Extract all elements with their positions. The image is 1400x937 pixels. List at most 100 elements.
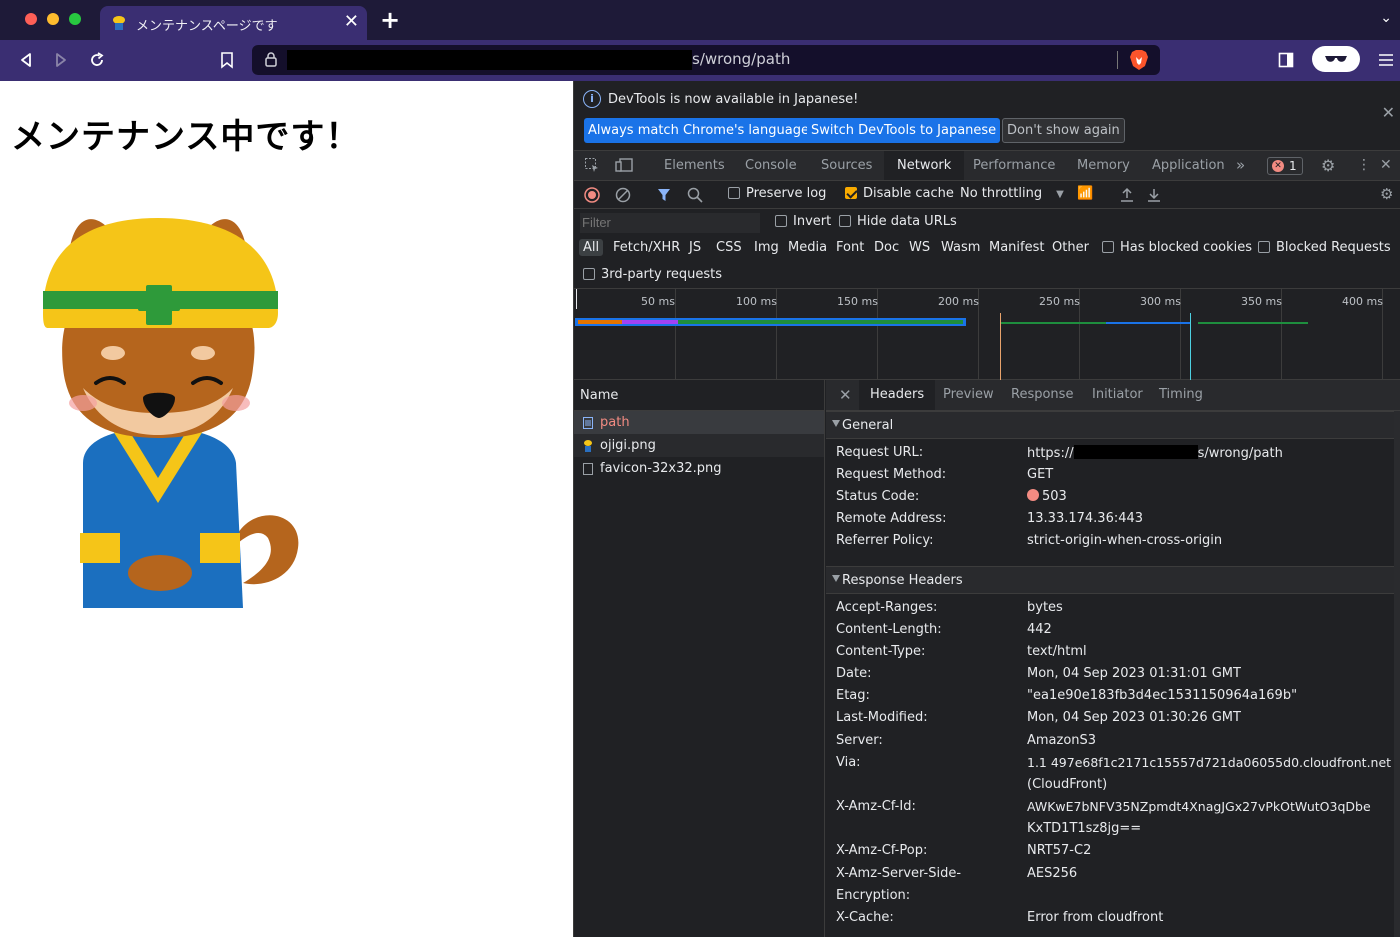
clear-log-icon[interactable] — [615, 187, 631, 203]
lock-icon[interactable] — [264, 51, 278, 67]
checkbox[interactable] — [839, 215, 851, 227]
type-filter-css[interactable]: CSS — [716, 240, 742, 255]
search-icon[interactable] — [687, 187, 703, 203]
close-infobar-icon[interactable]: ✕ — [1382, 103, 1395, 122]
settings-gear-icon[interactable]: ⚙ — [1321, 156, 1335, 175]
new-tab-button[interactable]: + — [380, 6, 400, 34]
tab-timing[interactable]: Timing — [1159, 380, 1203, 410]
maximize-window-button[interactable] — [69, 13, 81, 25]
back-button[interactable] — [14, 48, 38, 72]
import-har-icon[interactable] — [1120, 187, 1134, 203]
checkbox[interactable] — [728, 187, 740, 199]
tab-response[interactable]: Response — [1011, 380, 1073, 410]
tab-console[interactable]: Console — [745, 151, 797, 180]
reload-button[interactable] — [85, 48, 109, 72]
request-details-panel: ✕ Headers Preview Response Initiator Tim… — [826, 380, 1400, 937]
name-column-header[interactable]: Name — [574, 380, 824, 411]
type-filter-media[interactable]: Media — [788, 240, 827, 255]
has-blocked-cookies-checkbox[interactable]: Has blocked cookies — [1102, 240, 1252, 255]
network-settings-icon[interactable]: ⚙ — [1380, 185, 1393, 203]
private-mode-button[interactable] — [1312, 46, 1360, 72]
checkbox[interactable] — [583, 268, 595, 280]
third-party-checkbox[interactable]: 3rd-party requests — [583, 267, 722, 282]
dont-show-again-button[interactable]: Don't show again — [1002, 118, 1125, 143]
type-filter-manifest[interactable]: Manifest — [989, 240, 1044, 255]
always-match-language-button[interactable]: Always match Chrome's language — [584, 118, 813, 143]
tab-memory[interactable]: Memory — [1077, 151, 1130, 180]
devtools-panel: i DevTools is now available in Japanese!… — [573, 81, 1400, 937]
filter-funnel-icon[interactable] — [657, 187, 671, 203]
inspect-element-icon[interactable] — [584, 157, 600, 173]
switch-to-japanese-button[interactable]: Switch DevTools to Japanese — [807, 118, 1001, 143]
request-url-value[interactable]: https:// s/wrong/path — [1027, 445, 1283, 461]
network-overview-timeline[interactable]: 50 ms 100 ms 150 ms 200 ms 250 ms 300 ms… — [574, 289, 1400, 380]
close-tab-icon[interactable]: ✕ — [344, 11, 359, 32]
blocked-requests-checkbox[interactable]: Blocked Requests — [1258, 240, 1391, 255]
checkbox[interactable] — [1258, 241, 1270, 253]
request-row-path[interactable]: path — [574, 411, 824, 434]
browser-tab[interactable]: メンテナンスページです ✕ — [100, 6, 367, 40]
tab-initiator[interactable]: Initiator — [1092, 380, 1143, 410]
type-filter-font[interactable]: Font — [836, 240, 864, 255]
type-filter-all[interactable]: All — [579, 239, 604, 256]
more-options-icon[interactable]: ⋮ — [1357, 157, 1371, 173]
type-filter-js[interactable]: JS — [689, 240, 701, 255]
tab-preview[interactable]: Preview — [943, 380, 994, 410]
header-key: Via: — [836, 755, 861, 770]
tick-label: 300 ms — [1140, 295, 1181, 308]
address-bar[interactable]: s/wrong/path — [252, 45, 1160, 75]
record-stop-icon[interactable] — [584, 187, 600, 203]
close-details-icon[interactable]: ✕ — [839, 380, 852, 410]
type-filter-fetch-xhr[interactable]: Fetch/XHR — [613, 240, 680, 255]
type-filter-img[interactable]: Img — [754, 240, 779, 255]
tab-performance[interactable]: Performance — [973, 151, 1055, 180]
forward-button[interactable] — [49, 48, 73, 72]
checkbox-checked[interactable] — [845, 187, 857, 199]
details-scrollbar[interactable] — [1394, 411, 1400, 937]
tab-elements[interactable]: Elements — [664, 151, 725, 180]
preserve-log-checkbox[interactable]: Preserve log — [728, 186, 826, 201]
header-key: Remote Address: — [836, 511, 947, 526]
hamburger-icon — [1379, 54, 1393, 66]
tab-network[interactable]: Network — [884, 151, 965, 180]
close-window-button[interactable] — [25, 13, 37, 25]
checkbox[interactable] — [1102, 241, 1114, 253]
close-devtools-icon[interactable]: ✕ — [1380, 157, 1392, 173]
error-count-badge[interactable]: ✕ 1 — [1267, 157, 1303, 175]
tab-headers[interactable]: Headers — [859, 380, 936, 410]
tab-application[interactable]: Application — [1152, 151, 1225, 180]
request-bar-ojigi-download — [1106, 322, 1190, 324]
brave-shields-icon[interactable] — [1129, 49, 1149, 71]
hide-data-urls-checkbox[interactable]: Hide data URLs — [839, 214, 957, 229]
export-har-icon[interactable] — [1147, 187, 1161, 203]
disable-cache-checkbox[interactable]: Disable cache — [845, 186, 954, 201]
invert-checkbox[interactable]: Invert — [775, 214, 831, 229]
tab-sources[interactable]: Sources — [821, 151, 872, 180]
chevron-down-icon[interactable]: ⌄ — [1380, 10, 1392, 26]
error-count: 1 — [1289, 159, 1297, 173]
network-conditions-icon[interactable]: 📶 — [1077, 186, 1093, 201]
response-headers-section-header[interactable]: Response Headers — [826, 566, 1394, 594]
device-toolbar-icon[interactable] — [615, 157, 633, 173]
bookmark-button[interactable] — [215, 48, 239, 72]
type-filter-other[interactable]: Other — [1052, 240, 1089, 255]
throttling-select[interactable]: No throttling ▼ — [960, 186, 1064, 201]
header-key: Request URL: — [836, 445, 924, 460]
general-section-header[interactable]: General — [826, 411, 1394, 439]
menu-button[interactable] — [1374, 48, 1398, 72]
type-filter-wasm[interactable]: Wasm — [941, 240, 980, 255]
header-key: Accept-Ranges: — [836, 600, 938, 615]
more-tabs-icon[interactable]: » — [1236, 151, 1245, 180]
request-row-ojigi[interactable]: ojigi.png — [574, 434, 824, 457]
glasses-icon — [1325, 56, 1347, 62]
request-row-favicon[interactable]: favicon-32x32.png — [574, 457, 824, 480]
type-filter-ws[interactable]: WS — [909, 240, 930, 255]
sidebar-toggle-button[interactable] — [1274, 48, 1298, 72]
type-filter-doc[interactable]: Doc — [874, 240, 899, 255]
status-dot-icon — [1027, 489, 1039, 501]
checkbox[interactable] — [775, 215, 787, 227]
invert-label: Invert — [793, 214, 832, 229]
bowing-dog-illustration — [43, 218, 299, 608]
minimize-window-button[interactable] — [47, 13, 59, 25]
filter-input[interactable] — [580, 213, 760, 233]
